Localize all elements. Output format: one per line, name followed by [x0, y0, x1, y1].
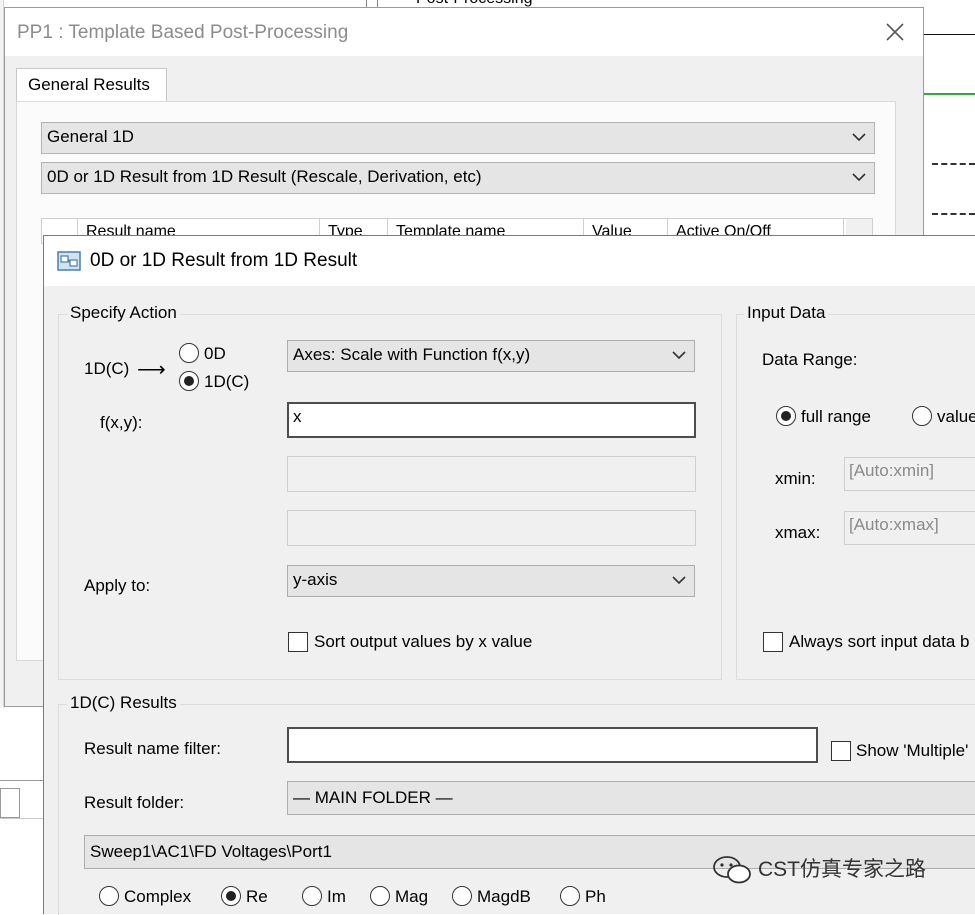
- radio-complex-label[interactable]: Complex: [124, 887, 191, 907]
- fxy-label: f(x,y):: [100, 413, 143, 432]
- radio-re-label[interactable]: Re: [246, 887, 268, 907]
- radio-re[interactable]: [221, 886, 241, 906]
- xmax-input[interactable]: [Auto:xmax]: [844, 511, 975, 545]
- watermark-text: CST仿真专家之路: [758, 858, 926, 881]
- selected-result-value: Sweep1\AC1\FD Voltages\Port1: [90, 842, 332, 861]
- radio-1dc-label[interactable]: 1D(C): [204, 372, 249, 392]
- fxy-input[interactable]: x: [287, 402, 696, 438]
- action-dropdown-value: Axes: Scale with Function f(x,y): [293, 345, 531, 364]
- xmax-label: xmax:: [775, 523, 821, 542]
- category-dropdown-value: General 1D: [47, 127, 134, 146]
- results-legend: 1D(C) Results: [67, 693, 180, 713]
- pp1-window-title: PP1 : Template Based Post-Processing: [17, 22, 349, 43]
- result-dialog: 0D or 1D Result from 1D Result Specify A…: [43, 235, 975, 915]
- folder-label: Result folder:: [84, 793, 185, 812]
- radio-ph-label[interactable]: Ph: [585, 887, 606, 907]
- background-plot-lines: [924, 0, 975, 240]
- show-multiple-checkbox[interactable]: [831, 741, 851, 761]
- xmin-input[interactable]: [Auto:xmin]: [844, 457, 975, 491]
- filter-label: Result name filter:: [84, 739, 221, 758]
- category-dropdown[interactable]: General 1D: [41, 122, 875, 154]
- radio-0d[interactable]: [179, 343, 199, 363]
- chevron-down-icon: [672, 576, 686, 585]
- template-dropdown[interactable]: 0D or 1D Result from 1D Result (Rescale,…: [41, 162, 875, 194]
- radio-complex[interactable]: [99, 886, 119, 906]
- radio-value-range[interactable]: [912, 406, 932, 426]
- dialog-title: 0D or 1D Result from 1D Result: [90, 250, 358, 271]
- always-sort-label[interactable]: Always sort input data b: [789, 632, 969, 652]
- tab-general-results[interactable]: General Results: [16, 68, 167, 103]
- close-icon[interactable]: [881, 18, 909, 46]
- radio-magdb[interactable]: [452, 886, 472, 906]
- extra-input-2[interactable]: [287, 510, 696, 546]
- radio-1dc[interactable]: [179, 371, 199, 391]
- radio-im[interactable]: [302, 886, 322, 906]
- radio-mag[interactable]: [370, 886, 390, 906]
- post-processing-icon: [57, 251, 81, 271]
- filter-input[interactable]: [287, 727, 818, 763]
- show-multiple-label[interactable]: Show 'Multiple': [856, 741, 968, 761]
- background-left-panel: [0, 708, 43, 914]
- type-label: 1D(C): [84, 359, 130, 378]
- chevron-down-icon: [672, 351, 686, 360]
- data-range-label: Data Range:: [762, 350, 858, 369]
- radio-magdb-label[interactable]: MagdB: [477, 887, 531, 907]
- radio-im-label[interactable]: Im: [327, 887, 346, 907]
- dialog-titlebar: 0D or 1D Result from 1D Result: [44, 236, 975, 286]
- chevron-down-icon: [852, 133, 866, 142]
- extra-input-1[interactable]: [287, 456, 696, 492]
- folder-dropdown-value: — MAIN FOLDER —: [293, 788, 453, 807]
- action-dropdown[interactable]: Axes: Scale with Function f(x,y): [287, 340, 695, 372]
- chevron-down-icon: [852, 173, 866, 182]
- folder-dropdown[interactable]: — MAIN FOLDER —: [287, 781, 975, 815]
- radio-0d-label[interactable]: 0D: [204, 344, 226, 364]
- specify-action-legend: Specify Action: [67, 303, 180, 323]
- input-data-legend: Input Data: [744, 303, 829, 323]
- radio-ph[interactable]: [560, 886, 580, 906]
- sort-output-label[interactable]: Sort output values by x value: [314, 632, 532, 652]
- apply-to-dropdown-value: y-axis: [293, 570, 338, 589]
- radio-full-range[interactable]: [776, 406, 796, 426]
- always-sort-checkbox[interactable]: [763, 632, 783, 652]
- apply-to-label: Apply to:: [84, 576, 151, 595]
- arrow-icon: ⟶: [137, 359, 166, 381]
- sort-output-checkbox[interactable]: [288, 632, 308, 652]
- template-dropdown-value: 0D or 1D Result from 1D Result (Rescale,…: [47, 167, 482, 186]
- xmin-label: xmin:: [775, 469, 816, 488]
- pp1-titlebar: PP1 : Template Based Post-Processing: [5, 8, 923, 56]
- wechat-icon: [713, 856, 751, 884]
- apply-to-dropdown[interactable]: y-axis: [287, 565, 695, 597]
- value-range-label[interactable]: value: [937, 407, 975, 427]
- radio-mag-label[interactable]: Mag: [395, 887, 428, 907]
- full-range-label[interactable]: full range: [801, 407, 871, 427]
